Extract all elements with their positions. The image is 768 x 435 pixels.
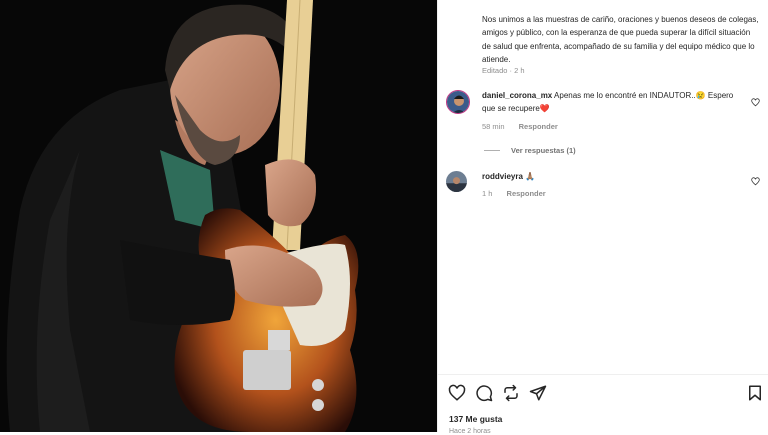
comment-username[interactable]: roddvieyra (482, 172, 523, 181)
comment-icon[interactable] (475, 384, 493, 402)
avatar[interactable] (446, 90, 470, 114)
post-actions: 137 Me gusta Hace 2 horas (438, 374, 768, 435)
comments-panel: Nos unimos a las muestras de cariño, ora… (437, 0, 768, 435)
view-replies-label: Ver respuestas (1) (511, 146, 576, 155)
avatar[interactable] (446, 171, 467, 192)
send-icon[interactable] (529, 384, 547, 402)
comment-text: daniel_corona_mx Apenas me lo encontré e… (482, 90, 742, 115)
comment-username[interactable]: daniel_corona_mx (482, 91, 552, 100)
comment-content: 🙏🏽 (525, 172, 536, 181)
replies-divider (484, 150, 500, 151)
heart-icon[interactable] (751, 98, 760, 107)
bookmark-icon[interactable] (746, 384, 764, 402)
avatar-photo-icon (446, 171, 467, 192)
heart-icon[interactable] (448, 384, 466, 402)
comment-meta: 58 min Responder (482, 122, 570, 131)
guitarist-photo (0, 0, 437, 432)
edited-timestamp: Editado · 2 h (482, 66, 525, 75)
reply-button[interactable]: Responder (519, 122, 558, 131)
avatar-photo-icon (447, 91, 469, 113)
comment-text: roddvieyra 🙏🏽 (482, 171, 742, 184)
comment-time: 1 h (482, 189, 493, 198)
heart-icon[interactable] (751, 177, 760, 186)
reply-button[interactable]: Responder (507, 189, 546, 198)
repost-icon[interactable] (502, 384, 520, 402)
post-photo[interactable] (0, 0, 437, 432)
comment-meta: 1 h Responder (482, 189, 558, 198)
post-viewer: Nos unimos a las muestras de cariño, ora… (0, 0, 768, 435)
view-replies-button[interactable]: Ver respuestas (1) (484, 146, 576, 155)
post-caption: Nos unimos a las muestras de cariño, ora… (482, 15, 759, 65)
likes-count[interactable]: 137 Me gusta (449, 414, 502, 424)
comment-time: 58 min (482, 122, 505, 131)
